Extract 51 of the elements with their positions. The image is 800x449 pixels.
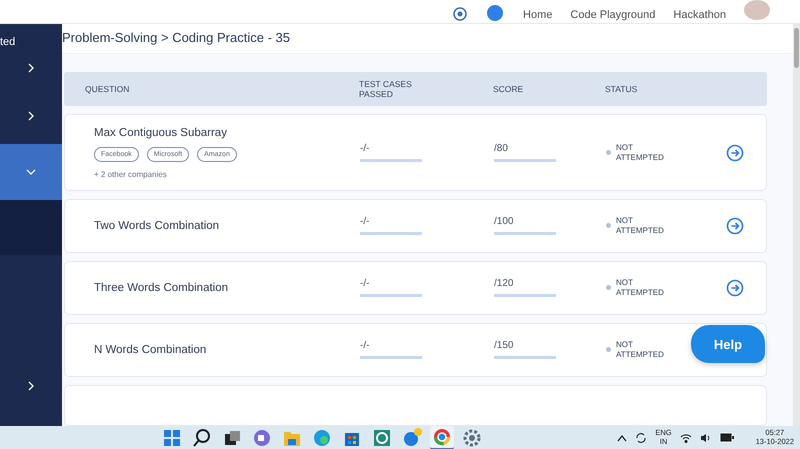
score-value: /120 xyxy=(494,278,556,298)
battery-icon[interactable] xyxy=(720,433,734,442)
gear-icon[interactable] xyxy=(464,429,480,446)
sidebar-heading: ted xyxy=(0,35,16,48)
status-dot-icon xyxy=(606,285,611,290)
app-icon[interactable] xyxy=(374,430,390,446)
question-title[interactable]: Two Words Combination xyxy=(65,220,360,232)
status-text: NOT ATTEMPTED xyxy=(616,340,665,360)
search-icon[interactable] xyxy=(193,428,210,446)
status-text: NOT ATTEMPTED xyxy=(616,216,665,236)
question-title[interactable]: Max Contiguous Subarray xyxy=(94,126,360,139)
score-value: /100 xyxy=(494,216,556,236)
column-header: STATUS xyxy=(605,84,638,94)
score-value: /80 xyxy=(494,143,556,162)
column-header: QUESTION xyxy=(84,84,130,94)
test-cases-value: -/- xyxy=(360,216,422,236)
chat-icon[interactable] xyxy=(254,430,270,446)
status-text: NOT ATTEMPTED xyxy=(616,278,665,298)
help-button[interactable]: Help xyxy=(691,325,765,363)
breadcrumb: Problem-Solving > Coding Practice - 35 xyxy=(62,30,290,45)
task-view-icon[interactable] xyxy=(225,430,240,444)
wifi-icon[interactable] xyxy=(680,432,692,442)
chrome-icon[interactable] xyxy=(434,428,450,445)
status-dot-icon xyxy=(606,347,611,352)
arrow-right-circle-icon[interactable] xyxy=(726,144,744,162)
column-header: TEST CASES PASSED xyxy=(359,78,413,99)
score-value: /150 xyxy=(494,340,556,360)
sync-icon[interactable] xyxy=(635,432,648,444)
nav-link[interactable]: Code Playground xyxy=(570,9,656,21)
browser-icon[interactable] xyxy=(314,430,330,446)
question-title[interactable]: Three Words Combination xyxy=(65,282,360,294)
status-dot-icon xyxy=(606,223,611,228)
folder-icon[interactable] xyxy=(284,432,300,446)
test-cases-value: -/- xyxy=(360,143,422,162)
start-icon[interactable] xyxy=(164,430,180,446)
target-icon[interactable] xyxy=(453,7,468,21)
column-header: SCORE xyxy=(493,84,524,94)
nav-link[interactable]: Hackathon xyxy=(673,9,726,21)
store-icon[interactable] xyxy=(345,432,359,446)
test-cases-value: -/- xyxy=(360,340,422,360)
question-title[interactable]: N Words Combination xyxy=(65,344,360,356)
arrow-right-circle-icon[interactable] xyxy=(726,278,744,297)
speaker-icon[interactable] xyxy=(700,432,712,442)
status-dot-icon xyxy=(606,150,611,156)
more-companies-text: + 2 other companies xyxy=(94,170,168,179)
arrow-right-circle-icon[interactable] xyxy=(726,216,744,235)
status-text: NOT ATTEMPTED xyxy=(616,142,665,162)
scrollbar-thumb[interactable] xyxy=(794,28,799,68)
nav-link[interactable]: Home xyxy=(523,9,552,21)
test-cases-value: -/- xyxy=(360,278,422,298)
chevron-up-icon[interactable] xyxy=(617,434,628,442)
